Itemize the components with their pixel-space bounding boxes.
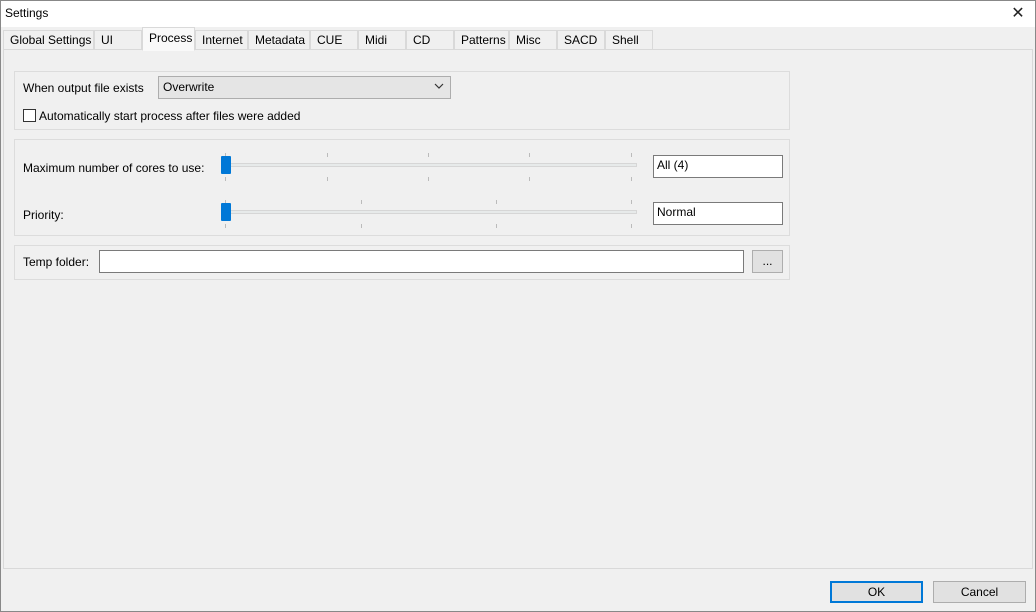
output-exists-value: Overwrite [163, 80, 215, 94]
slider-tick [361, 200, 362, 204]
tab-metadata[interactable]: Metadata [248, 30, 310, 49]
close-icon: ✕ [1011, 5, 1025, 22]
tab-label: CD [413, 33, 431, 47]
slider-tick [529, 153, 530, 157]
slider-tick [631, 153, 632, 157]
slider-tick [327, 153, 328, 157]
tab-label: Process [149, 31, 193, 45]
tab-midi[interactable]: Midi [358, 30, 406, 49]
settings-window: Settings ✕ Global Settings UI Process In… [0, 0, 1036, 612]
tab-sacd[interactable]: SACD [557, 30, 605, 49]
priority-slider[interactable] [221, 197, 637, 228]
performance-group: Maximum number of cores to use: All (4) … [14, 139, 790, 236]
tab-ui[interactable]: UI [94, 30, 142, 49]
slider-tick [428, 177, 429, 181]
slider-tick [529, 177, 530, 181]
window-title: Settings [5, 6, 49, 20]
slider-thumb[interactable] [221, 156, 231, 174]
max-cores-label: Maximum number of cores to use: [23, 161, 205, 175]
tab-label: CUE [317, 33, 343, 47]
tab-label: Metadata [255, 33, 306, 47]
tab-label: Patterns [461, 33, 506, 47]
slider-tick [361, 224, 362, 228]
close-button[interactable]: ✕ [1007, 3, 1029, 25]
tab-label: SACD [564, 33, 598, 47]
tab-label: UI [101, 33, 113, 47]
tab-misc[interactable]: Misc [509, 30, 557, 49]
slider-tick [496, 224, 497, 228]
slider-tick [225, 177, 226, 181]
tab-patterns[interactable]: Patterns [454, 30, 509, 49]
temp-folder-group: Temp folder: ... [14, 245, 790, 280]
tab-label: Midi [365, 33, 388, 47]
tab-label: Shell [612, 33, 639, 47]
slider-tick [631, 177, 632, 181]
priority-field[interactable]: Normal [653, 202, 783, 225]
auto-start-label[interactable]: Automatically start process after files … [39, 109, 300, 123]
slider-track [221, 163, 637, 167]
auto-start-checkbox[interactable] [23, 109, 36, 122]
output-group: When output file exists Overwrite Automa… [14, 71, 790, 130]
slider-track [221, 210, 637, 214]
browse-button[interactable]: ... [752, 250, 783, 273]
tab-cd[interactable]: CD [406, 30, 454, 49]
chevron-down-icon [434, 83, 444, 89]
tab-process[interactable]: Process [142, 27, 195, 51]
output-exists-dropdown[interactable]: Overwrite [158, 76, 451, 99]
process-tab-panel: When output file exists Overwrite Automa… [3, 49, 1033, 569]
slider-tick [327, 177, 328, 181]
title-bar: Settings ✕ [1, 1, 1035, 27]
max-cores-field[interactable]: All (4) [653, 155, 783, 178]
output-exists-label: When output file exists [23, 81, 144, 95]
slider-tick [631, 200, 632, 204]
tab-label: Internet [202, 33, 243, 47]
tab-internet[interactable]: Internet [195, 30, 248, 49]
tab-shell[interactable]: Shell [605, 30, 653, 49]
slider-tick [428, 153, 429, 157]
tab-global-settings[interactable]: Global Settings [3, 30, 94, 49]
priority-label: Priority: [23, 208, 64, 222]
tab-label: Global Settings [10, 33, 92, 47]
max-cores-slider[interactable] [221, 150, 637, 181]
temp-folder-input[interactable] [99, 250, 744, 273]
slider-tick [496, 200, 497, 204]
temp-folder-label: Temp folder: [23, 255, 90, 269]
tab-label: Misc [516, 33, 541, 47]
cancel-button[interactable]: Cancel [933, 581, 1026, 603]
ok-button[interactable]: OK [830, 581, 923, 603]
slider-tick [631, 224, 632, 228]
slider-thumb[interactable] [221, 203, 231, 221]
slider-tick [225, 224, 226, 228]
tab-cue[interactable]: CUE [310, 30, 358, 49]
